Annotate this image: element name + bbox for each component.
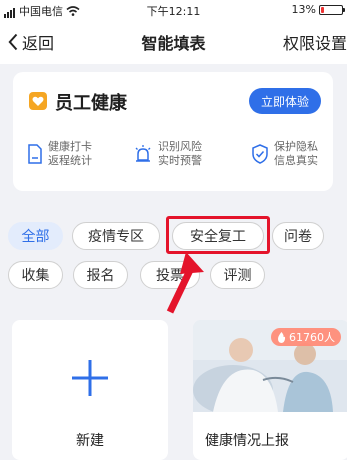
highlight-box [166, 216, 270, 254]
new-label: 新建 [76, 433, 104, 449]
chip-collect[interactable]: 收集 [8, 261, 63, 289]
fire-icon [278, 331, 286, 343]
feature-line: 识别风险 [158, 140, 202, 153]
employee-health-card[interactable]: 员工健康 立即体验 健康打卡 返程统计 识别风险 实时预警 保护隐私 信息真实 [13, 72, 333, 191]
chip-evaluate[interactable]: 评测 [210, 261, 265, 289]
arrow-icon [166, 252, 204, 314]
battery-percent: 13% [291, 3, 316, 16]
document-icon [28, 144, 42, 164]
status-bar: 中国电信 下午12:11 13% [0, 0, 347, 20]
participant-count: 61760人 [289, 331, 335, 344]
plus-icon [72, 360, 108, 396]
feature-line: 实时预警 [158, 154, 202, 167]
feature-line: 保护隐私 [274, 140, 318, 153]
feature-item: 识别风险 实时预警 [133, 140, 202, 168]
new-form-tile[interactable]: 新建 [12, 320, 168, 460]
alarm-icon [135, 145, 151, 162]
battery-icon [319, 4, 345, 15]
heart-icon [29, 92, 47, 110]
chip-all[interactable]: 全部 [8, 222, 63, 250]
nav-bar: 返回 智能填表 权限设置 [0, 20, 347, 64]
feature-line: 信息真实 [274, 154, 318, 167]
feature-item: 保护隐私 信息真实 [251, 140, 318, 168]
chip-signup[interactable]: 报名 [73, 261, 128, 289]
card-title: 员工健康 [55, 93, 127, 114]
feature-line: 返程统计 [48, 154, 92, 167]
template-tile[interactable]: 61760人 健康情况上报 [193, 320, 347, 460]
template-label: 健康情况上报 [205, 433, 289, 449]
feature-item: 健康打卡 返程统计 [27, 140, 92, 168]
chip-epidemic[interactable]: 疫情专区 [72, 222, 160, 250]
chip-survey[interactable]: 问卷 [272, 222, 324, 250]
permission-settings-button[interactable]: 权限设置 [283, 30, 347, 54]
shield-check-icon [252, 144, 268, 164]
feature-line: 健康打卡 [48, 140, 92, 153]
try-now-button[interactable]: 立即体验 [249, 88, 321, 114]
participant-count-badge: 61760人 [271, 328, 341, 346]
